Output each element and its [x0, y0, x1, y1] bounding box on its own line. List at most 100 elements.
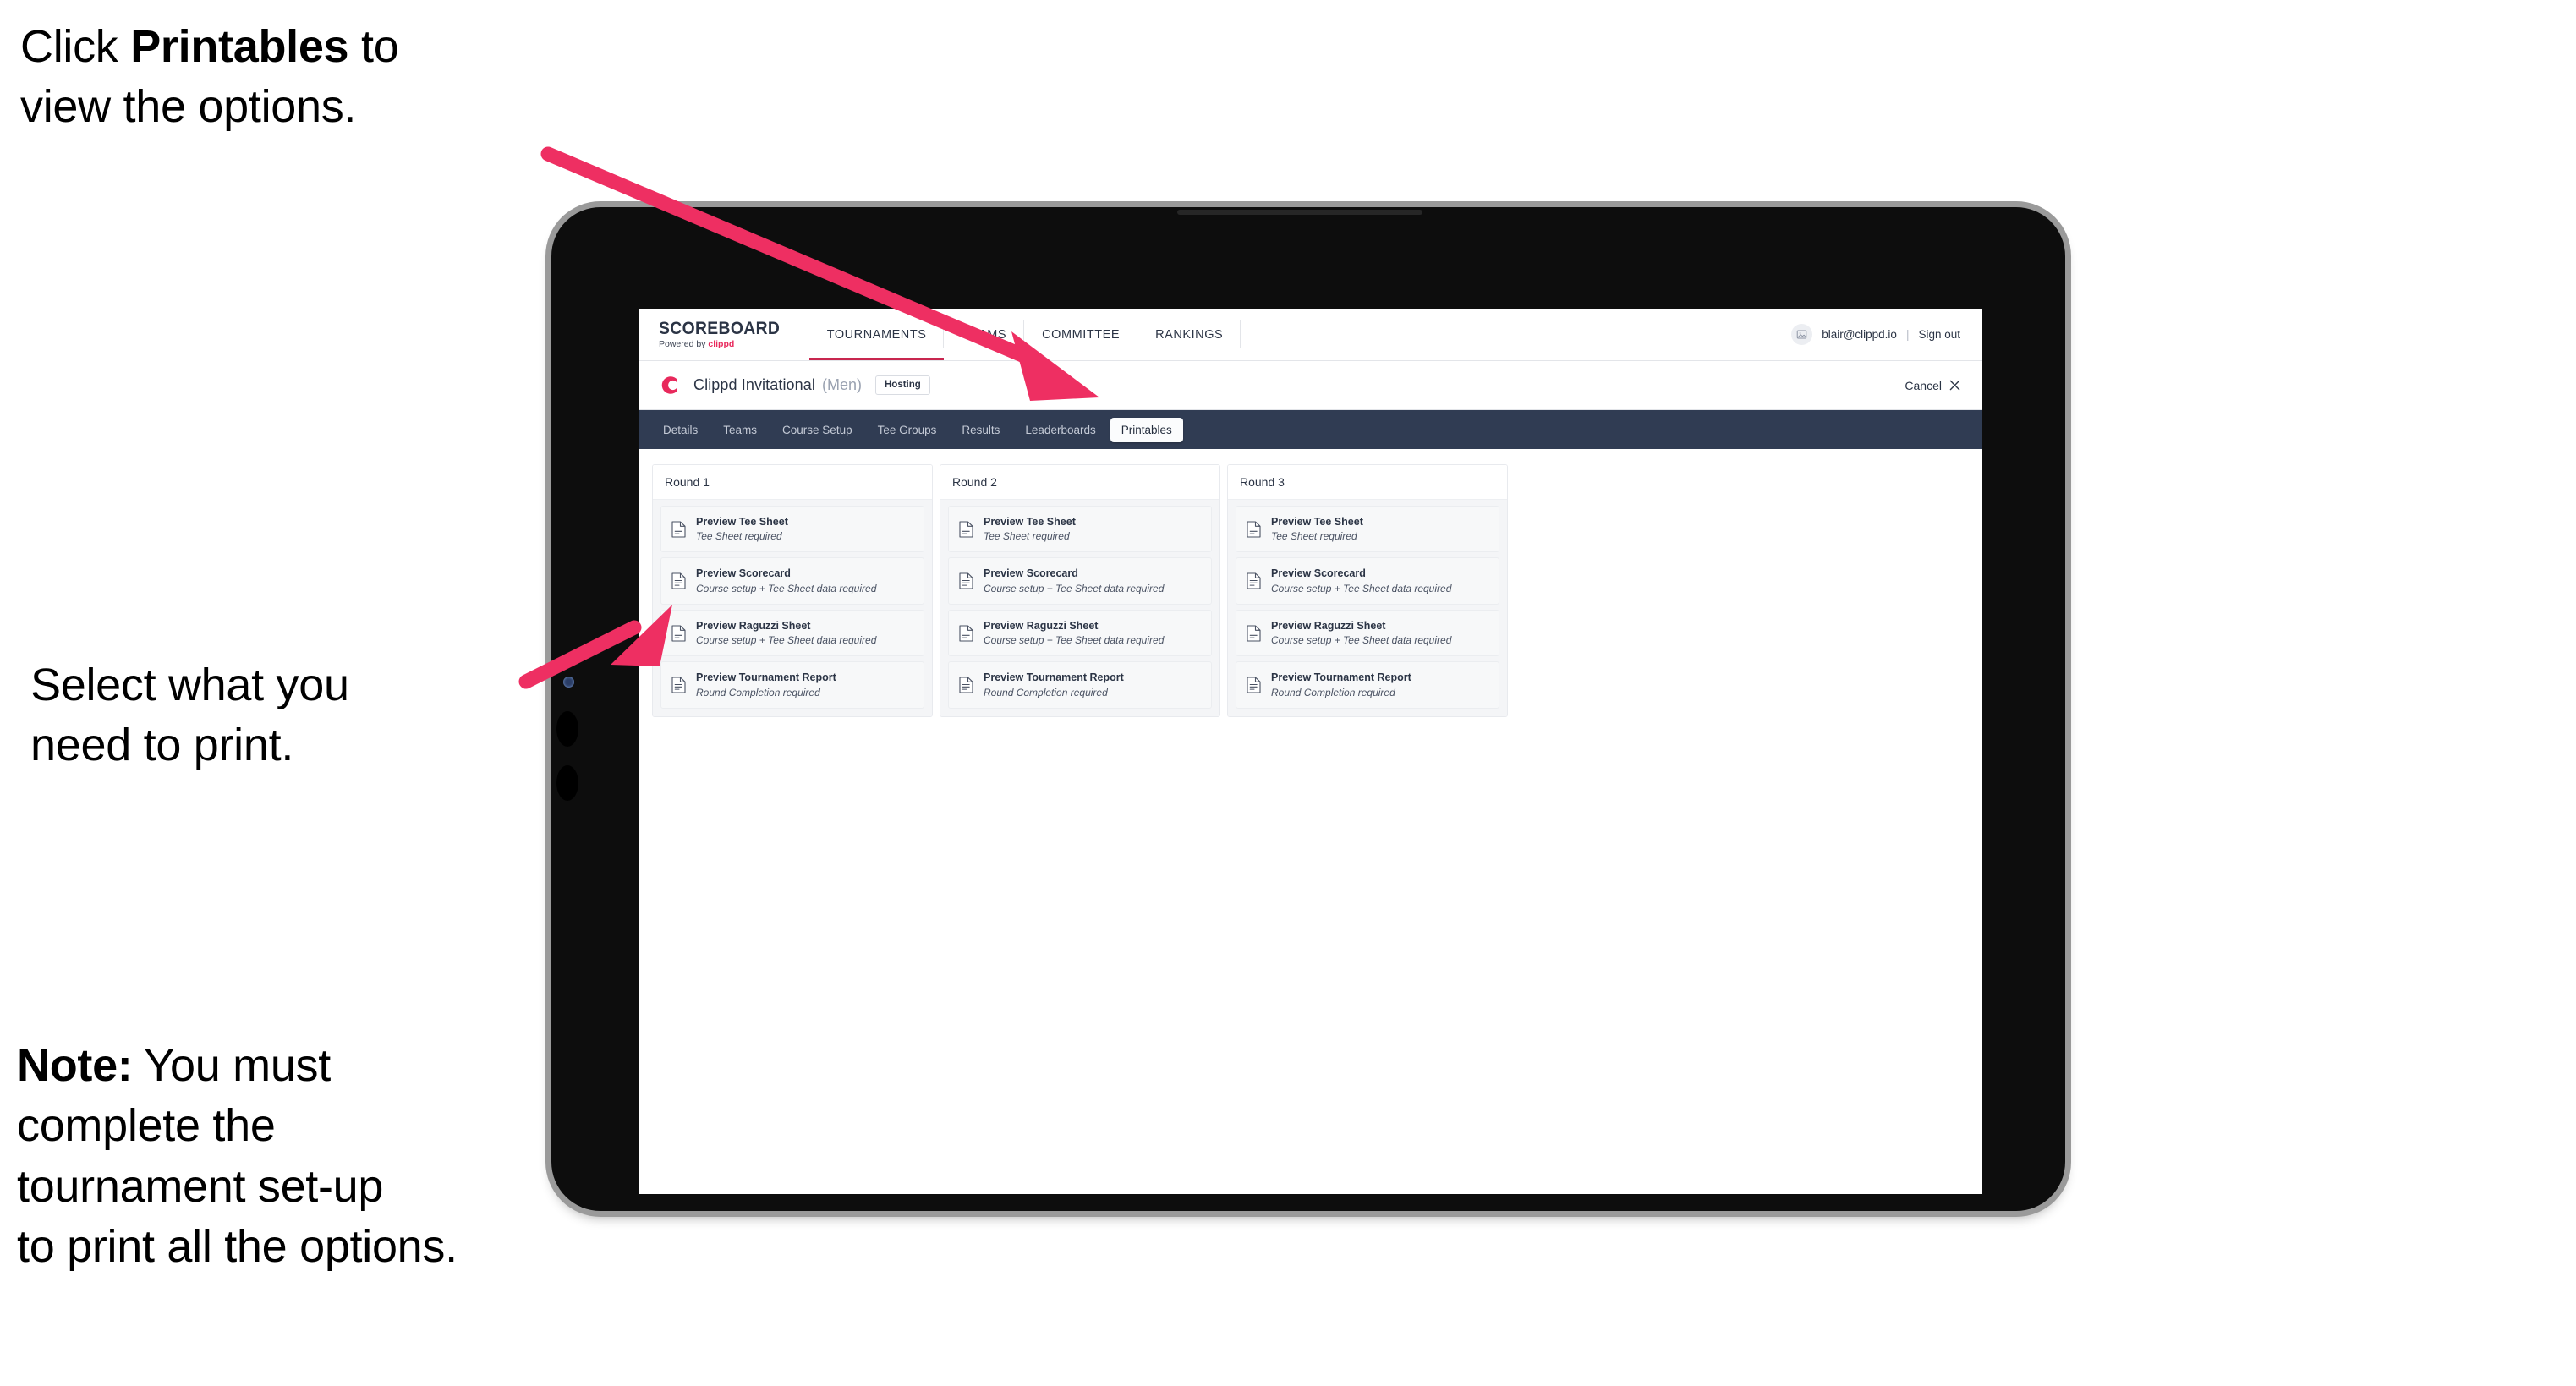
- document-icon: [1247, 572, 1261, 589]
- printable-text: Preview Tee Sheet Tee Sheet required: [696, 515, 788, 543]
- tablet-device-frame: SCOREBOARD Powered by clippd TOURNAMENTS…: [551, 207, 2065, 1211]
- printable-scorecard[interactable]: Preview Scorecard Course setup + Tee She…: [1236, 557, 1499, 605]
- printable-requirement: Tee Sheet required: [984, 530, 1070, 543]
- printable-requirement: Tee Sheet required: [696, 530, 782, 543]
- printable-scorecard[interactable]: Preview Scorecard Course setup + Tee She…: [948, 557, 1212, 605]
- annotation-click-bold: Printables: [130, 21, 349, 72]
- nav-item-committee[interactable]: COMMITTEE: [1024, 309, 1138, 360]
- printable-tournament-report[interactable]: Preview Tournament Report Round Completi…: [1236, 661, 1499, 709]
- printable-tournament-report[interactable]: Preview Tournament Report Round Completi…: [948, 661, 1212, 709]
- tablet-speaker-grille: [1177, 210, 1422, 215]
- round-column-2: Round 2 Preview Tee Sheet Tee Sheet requ…: [940, 464, 1220, 717]
- printable-tee-sheet[interactable]: Preview Tee Sheet Tee Sheet required: [948, 506, 1212, 553]
- document-icon: [671, 677, 686, 693]
- tournament-title-bar: Clippd Invitational (Men) Hosting Cancel: [639, 361, 1982, 410]
- tab-label-teams: Teams: [723, 423, 758, 436]
- printable-tournament-report[interactable]: Preview Tournament Report Round Completi…: [660, 661, 924, 709]
- document-icon: [1247, 625, 1261, 642]
- annotation-select-print: Select what you need to print.: [30, 660, 349, 771]
- printable-title: Preview Tee Sheet: [984, 516, 1076, 528]
- nav-label-teams: TEAMS: [962, 327, 1007, 342]
- cancel-label: Cancel: [1905, 378, 1942, 392]
- tab-printables[interactable]: Printables: [1110, 417, 1183, 442]
- clippd-c-logo-icon: [661, 376, 677, 394]
- printable-text: Preview Raguzzi Sheet Course setup + Tee…: [984, 619, 1164, 647]
- round-column-3: Round 3 Preview Tee Sheet Tee Sheet requ…: [1227, 464, 1508, 717]
- tab-teams[interactable]: Teams: [712, 418, 768, 442]
- cancel-button[interactable]: Cancel: [1905, 379, 1960, 392]
- nav-label-tournaments: TOURNAMENTS: [826, 327, 927, 342]
- round-2-items: Preview Tee Sheet Tee Sheet required Pre…: [940, 500, 1219, 716]
- nav-item-tournaments[interactable]: TOURNAMENTS: [808, 309, 945, 360]
- tablet-screen: SCOREBOARD Powered by clippd TOURNAMENTS…: [639, 309, 1982, 1194]
- tab-results[interactable]: Results: [951, 418, 1011, 442]
- printable-requirement: Course setup + Tee Sheet data required: [1271, 582, 1452, 594]
- printables-panel: Round 1 Preview Tee Sheet Tee Sheet requ…: [639, 449, 1982, 732]
- printable-requirement: Course setup + Tee Sheet data required: [984, 582, 1165, 594]
- tablet-volume-down-button[interactable]: [556, 765, 578, 801]
- clippd-brand-text: clippd: [708, 339, 735, 350]
- document-icon: [671, 521, 686, 538]
- annotation-click-printables: Click Printables to view the options.: [20, 17, 578, 138]
- printable-title: Preview Tournament Report: [984, 671, 1124, 684]
- printable-text: Preview Raguzzi Sheet Course setup + Tee…: [696, 619, 876, 647]
- annotation-note-bold: Note:: [17, 1040, 133, 1091]
- printable-raguzzi-sheet[interactable]: Preview Raguzzi Sheet Course setup + Tee…: [660, 609, 924, 657]
- printable-title: Preview Raguzzi Sheet: [696, 619, 811, 632]
- nav-item-rankings[interactable]: RANKINGS: [1137, 309, 1241, 360]
- printable-tee-sheet[interactable]: Preview Tee Sheet Tee Sheet required: [1236, 506, 1499, 553]
- powered-by-text: Powered by: [659, 339, 709, 350]
- tab-course-setup[interactable]: Course Setup: [771, 418, 863, 442]
- tab-label-printables: Printables: [1121, 423, 1172, 436]
- tab-label-tee-groups: Tee Groups: [877, 423, 937, 436]
- printable-title: Preview Tournament Report: [1271, 671, 1411, 684]
- printable-text: Preview Tournament Report Round Completi…: [984, 671, 1124, 698]
- hosting-status-badge: Hosting: [875, 375, 930, 396]
- printable-title: Preview Tee Sheet: [1271, 516, 1363, 528]
- section-tab-bar: Details Teams Course Setup Tee Groups Re…: [639, 410, 1982, 449]
- printable-requirement: Tee Sheet required: [1271, 530, 1357, 543]
- tablet-volume-up-button[interactable]: [556, 711, 578, 747]
- nav-label-committee: COMMITTEE: [1042, 327, 1121, 342]
- printable-requirement: Course setup + Tee Sheet data required: [1271, 634, 1452, 647]
- primary-navigation: TOURNAMENTS TEAMS COMMITTEE RANKINGS: [808, 309, 1241, 360]
- printable-title: Preview Tournament Report: [696, 671, 836, 684]
- tablet-camera-icon: [563, 677, 574, 688]
- document-icon: [959, 521, 973, 538]
- printable-tee-sheet[interactable]: Preview Tee Sheet Tee Sheet required: [660, 506, 924, 553]
- printable-title: Preview Raguzzi Sheet: [1271, 619, 1386, 632]
- user-email: blair@clippd.io: [1822, 328, 1897, 341]
- printable-raguzzi-sheet[interactable]: Preview Raguzzi Sheet Course setup + Tee…: [1236, 609, 1499, 657]
- document-icon: [671, 572, 686, 589]
- printable-requirement: Round Completion required: [984, 686, 1108, 698]
- close-x-icon: [1949, 380, 1960, 391]
- nav-item-teams[interactable]: TEAMS: [944, 309, 1024, 360]
- round-3-items: Preview Tee Sheet Tee Sheet required Pre…: [1228, 500, 1507, 716]
- printable-title: Preview Scorecard: [1271, 567, 1366, 580]
- printable-scorecard[interactable]: Preview Scorecard Course setup + Tee She…: [660, 557, 924, 605]
- round-1-items: Preview Tee Sheet Tee Sheet required Pre…: [653, 500, 932, 716]
- user-avatar-icon[interactable]: [1791, 324, 1813, 345]
- document-icon: [1247, 521, 1261, 538]
- printable-raguzzi-sheet[interactable]: Preview Raguzzi Sheet Course setup + Tee…: [948, 609, 1212, 657]
- tab-leaderboards[interactable]: Leaderboards: [1014, 418, 1106, 442]
- tournament-name: Clippd Invitational: [693, 376, 815, 393]
- document-icon: [671, 625, 686, 642]
- sign-out-link[interactable]: Sign out: [1918, 328, 1960, 341]
- printable-requirement: Round Completion required: [696, 686, 820, 698]
- printable-text: Preview Scorecard Course setup + Tee She…: [984, 567, 1164, 594]
- printable-text: Preview Tournament Report Round Completi…: [696, 671, 836, 698]
- screenshot-stage: Click Printables to view the options. Se…: [0, 0, 2576, 1386]
- round-1-title: Round 1: [653, 465, 932, 500]
- tab-tee-groups[interactable]: Tee Groups: [867, 418, 948, 442]
- user-account-area: blair@clippd.io | Sign out: [1791, 309, 1982, 360]
- printable-text: Preview Tee Sheet Tee Sheet required: [984, 515, 1076, 543]
- document-icon: [1247, 677, 1261, 693]
- printable-title: Preview Scorecard: [984, 567, 1078, 580]
- nav-label-rankings: RANKINGS: [1155, 327, 1224, 342]
- scoreboard-logo[interactable]: SCOREBOARD Powered by clippd: [639, 309, 809, 360]
- tab-details[interactable]: Details: [652, 418, 709, 442]
- powered-by-clippd: Powered by clippd: [659, 340, 791, 349]
- tournament-gender-label: (Men): [821, 376, 862, 393]
- printable-title: Preview Scorecard: [696, 567, 791, 580]
